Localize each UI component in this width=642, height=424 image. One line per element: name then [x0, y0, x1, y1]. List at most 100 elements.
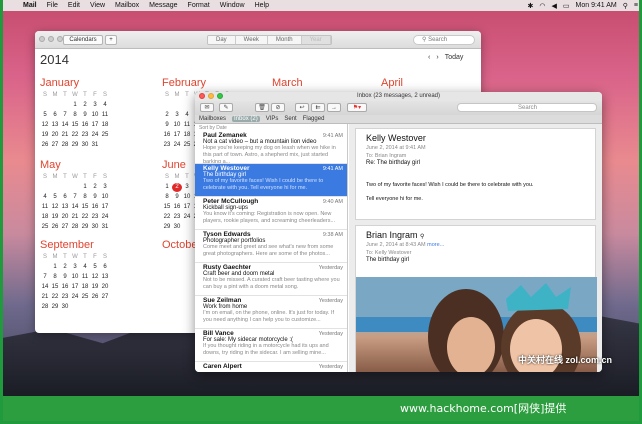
- day-cell[interactable]: 3: [182, 183, 192, 192]
- fav-sent[interactable]: Sent: [284, 116, 296, 122]
- next-year-icon[interactable]: ›: [436, 54, 438, 61]
- day-cell[interactable]: 8: [80, 193, 90, 202]
- day-cell[interactable]: 30: [60, 303, 70, 312]
- month-name[interactable]: September: [40, 239, 110, 251]
- month-name[interactable]: May: [40, 159, 110, 171]
- menu-mailbox[interactable]: Mailbox: [110, 2, 144, 9]
- today-button[interactable]: Today: [445, 54, 464, 61]
- day-cell[interactable]: 3: [100, 183, 110, 192]
- day-cell[interactable]: 29: [80, 223, 90, 232]
- day-cell[interactable]: 19: [40, 131, 50, 140]
- day-cell[interactable]: [162, 101, 172, 110]
- day-cell[interactable]: 23: [162, 141, 172, 150]
- day-cell[interactable]: 2: [80, 101, 90, 110]
- day-cell[interactable]: 10: [172, 121, 182, 130]
- message-row[interactable]: Kelly Westover 9:41 AM The birthday girl Tw…: [195, 164, 347, 197]
- menu-format[interactable]: Format: [183, 2, 215, 9]
- day-cell[interactable]: 29: [70, 141, 80, 150]
- day-cell[interactable]: 20: [50, 131, 60, 140]
- day-cell[interactable]: 4: [100, 101, 110, 110]
- day-cell[interactable]: 23: [60, 293, 70, 302]
- day-cell[interactable]: 26: [40, 141, 50, 150]
- day-cell[interactable]: 6: [50, 111, 60, 120]
- day-cell[interactable]: 25: [100, 131, 110, 140]
- menu-help[interactable]: Help: [250, 2, 274, 9]
- bluetooth-icon[interactable]: ✱: [528, 2, 534, 10]
- month-name[interactable]: March: [272, 77, 342, 89]
- day-cell[interactable]: [40, 101, 50, 110]
- day-cell[interactable]: 5: [40, 111, 50, 120]
- day-cell[interactable]: 7: [70, 193, 80, 202]
- day-cell[interactable]: 14: [70, 203, 80, 212]
- day-cell[interactable]: 5: [50, 193, 60, 202]
- day-cell[interactable]: 31: [100, 223, 110, 232]
- day-cell[interactable]: 7: [60, 111, 70, 120]
- day-cell[interactable]: 19: [90, 283, 100, 292]
- mail-search-input[interactable]: Search: [457, 103, 597, 112]
- day-cell[interactable]: 18: [182, 131, 192, 140]
- day-cell[interactable]: 24: [182, 213, 192, 222]
- fav-mailboxes[interactable]: Mailboxes: [199, 116, 226, 122]
- day-cell[interactable]: 25: [80, 293, 90, 302]
- day-cell[interactable]: 8: [50, 273, 60, 282]
- day-cell[interactable]: [50, 183, 60, 192]
- day-cell[interactable]: 9: [90, 193, 100, 202]
- compose-icon[interactable]: ✎: [219, 103, 233, 112]
- add-event-button[interactable]: +: [105, 35, 117, 45]
- day-cell[interactable]: 3: [172, 111, 182, 120]
- day-cell[interactable]: 29: [50, 303, 60, 312]
- day-cell[interactable]: 1: [70, 101, 80, 110]
- day-cell[interactable]: 23: [90, 213, 100, 222]
- day-cell[interactable]: 30: [80, 141, 90, 150]
- day-cell[interactable]: [182, 101, 192, 110]
- day-cell[interactable]: [40, 183, 50, 192]
- trash-icon[interactable]: 🗑: [255, 103, 269, 112]
- fav-vips[interactable]: VIPs: [266, 116, 279, 122]
- day-cell[interactable]: 12: [50, 203, 60, 212]
- day-cell[interactable]: 9: [172, 193, 182, 202]
- wifi-icon[interactable]: ◠: [539, 2, 545, 10]
- fav-inbox[interactable]: Inbox (2): [232, 116, 260, 122]
- day-cell[interactable]: 19: [50, 213, 60, 222]
- day-cell[interactable]: 22: [70, 131, 80, 140]
- calendar-search-input[interactable]: ⚲ Search: [413, 35, 475, 45]
- day-cell[interactable]: 27: [100, 293, 110, 302]
- day-cell[interactable]: 10: [90, 111, 100, 120]
- month-name[interactable]: April: [381, 77, 451, 89]
- zoom-button[interactable]: [217, 93, 223, 99]
- day-cell[interactable]: 3: [70, 263, 80, 272]
- day-cell[interactable]: 9: [60, 273, 70, 282]
- day-cell[interactable]: 22: [50, 293, 60, 302]
- day-cell[interactable]: 3: [90, 101, 100, 110]
- day-cell[interactable]: [172, 101, 182, 110]
- day-cell[interactable]: 10: [70, 273, 80, 282]
- day-cell[interactable]: 20: [60, 213, 70, 222]
- day-cell[interactable]: 1: [80, 183, 90, 192]
- day-cell[interactable]: 22: [162, 213, 172, 222]
- day-cell[interactable]: 16: [80, 121, 90, 130]
- day-cell[interactable]: [70, 183, 80, 192]
- day-cell[interactable]: 15: [162, 203, 172, 212]
- day-cell[interactable]: 29: [162, 223, 172, 232]
- day-cell[interactable]: 21: [40, 293, 50, 302]
- message-row[interactable]: Caren Alpert Yesterday: [195, 362, 347, 372]
- menu-app-name[interactable]: Mail: [18, 2, 42, 9]
- day-cell[interactable]: 30: [172, 223, 182, 232]
- day-cell[interactable]: 17: [100, 203, 110, 212]
- day-cell[interactable]: 13: [100, 273, 110, 282]
- day-cell[interactable]: 6: [100, 263, 110, 272]
- day-cell[interactable]: 1: [50, 263, 60, 272]
- message-row[interactable]: Rusty Gaechter Yesterday Craft beer and do…: [195, 263, 347, 296]
- day-cell[interactable]: 27: [50, 141, 60, 150]
- day-cell[interactable]: 17: [172, 131, 182, 140]
- junk-icon[interactable]: ⊘: [271, 103, 285, 112]
- reply-all-icon[interactable]: ⇇: [311, 103, 325, 112]
- menu-file[interactable]: File: [42, 2, 63, 9]
- calendars-button[interactable]: Calendars: [63, 35, 103, 45]
- day-cell[interactable]: 17: [182, 203, 192, 212]
- day-cell[interactable]: 4: [40, 193, 50, 202]
- day-cell[interactable]: 5: [90, 263, 100, 272]
- day-cell[interactable]: 6: [60, 193, 70, 202]
- day-cell[interactable]: 30: [90, 223, 100, 232]
- day-cell[interactable]: 26: [90, 293, 100, 302]
